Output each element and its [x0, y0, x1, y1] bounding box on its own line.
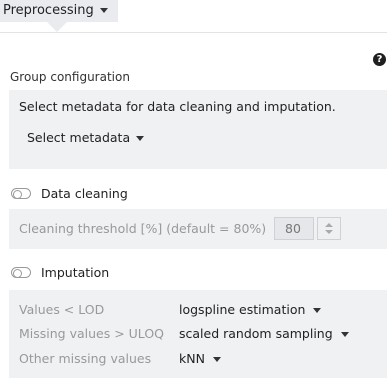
preprocessing-tab-label: Preprocessing: [3, 3, 94, 18]
other-missing-value: kNN: [179, 351, 205, 366]
imputation-panel: Values < LOD logspline estimation Missin…: [9, 290, 387, 378]
cleaning-threshold-label: Cleaning threshold [%] (default = 80%): [19, 221, 267, 236]
missing-uloq-dropdown[interactable]: scaled random sampling: [179, 326, 349, 341]
values-lod-value: logspline estimation: [179, 302, 306, 317]
group-configuration-title: Group configuration: [10, 70, 130, 84]
imputation-toggle[interactable]: [11, 267, 31, 278]
cleaning-threshold-spinner[interactable]: [317, 217, 341, 240]
missing-uloq-value: scaled random sampling: [179, 326, 333, 341]
group-configuration-description: Select metadata for data cleaning and im…: [19, 99, 336, 114]
data-cleaning-toggle[interactable]: [11, 188, 31, 199]
chevron-down-icon: [340, 332, 349, 337]
chevron-down-icon: [313, 308, 322, 313]
values-lod-dropdown[interactable]: logspline estimation: [179, 302, 322, 317]
select-metadata-label: Select metadata: [27, 130, 131, 145]
cleaning-threshold-input[interactable]: 80: [274, 217, 314, 240]
spin-up-icon: [325, 223, 333, 227]
help-icon[interactable]: ?: [373, 53, 386, 66]
select-metadata-dropdown[interactable]: Select metadata: [27, 130, 145, 145]
group-configuration-panel: Select metadata for data cleaning and im…: [9, 90, 387, 169]
data-cleaning-panel: Cleaning threshold [%] (default = 80%) 8…: [9, 209, 387, 249]
chevron-down-icon: [136, 136, 145, 141]
preprocessing-tab[interactable]: Preprocessing: [0, 0, 118, 22]
imputation-row-label: Values < LOD: [19, 302, 105, 317]
data-cleaning-label: Data cleaning: [41, 186, 128, 201]
tab-pointer: [47, 22, 67, 32]
imputation-row-label: Missing values > ULOQ: [19, 326, 165, 341]
chevron-down-icon: [212, 357, 221, 362]
imputation-row-label: Other missing values: [19, 351, 152, 366]
imputation-label: Imputation: [41, 265, 110, 280]
other-missing-dropdown[interactable]: kNN: [179, 351, 221, 366]
chevron-down-icon: [99, 8, 108, 13]
spin-down-icon: [325, 230, 333, 234]
header-divider: [0, 32, 387, 33]
